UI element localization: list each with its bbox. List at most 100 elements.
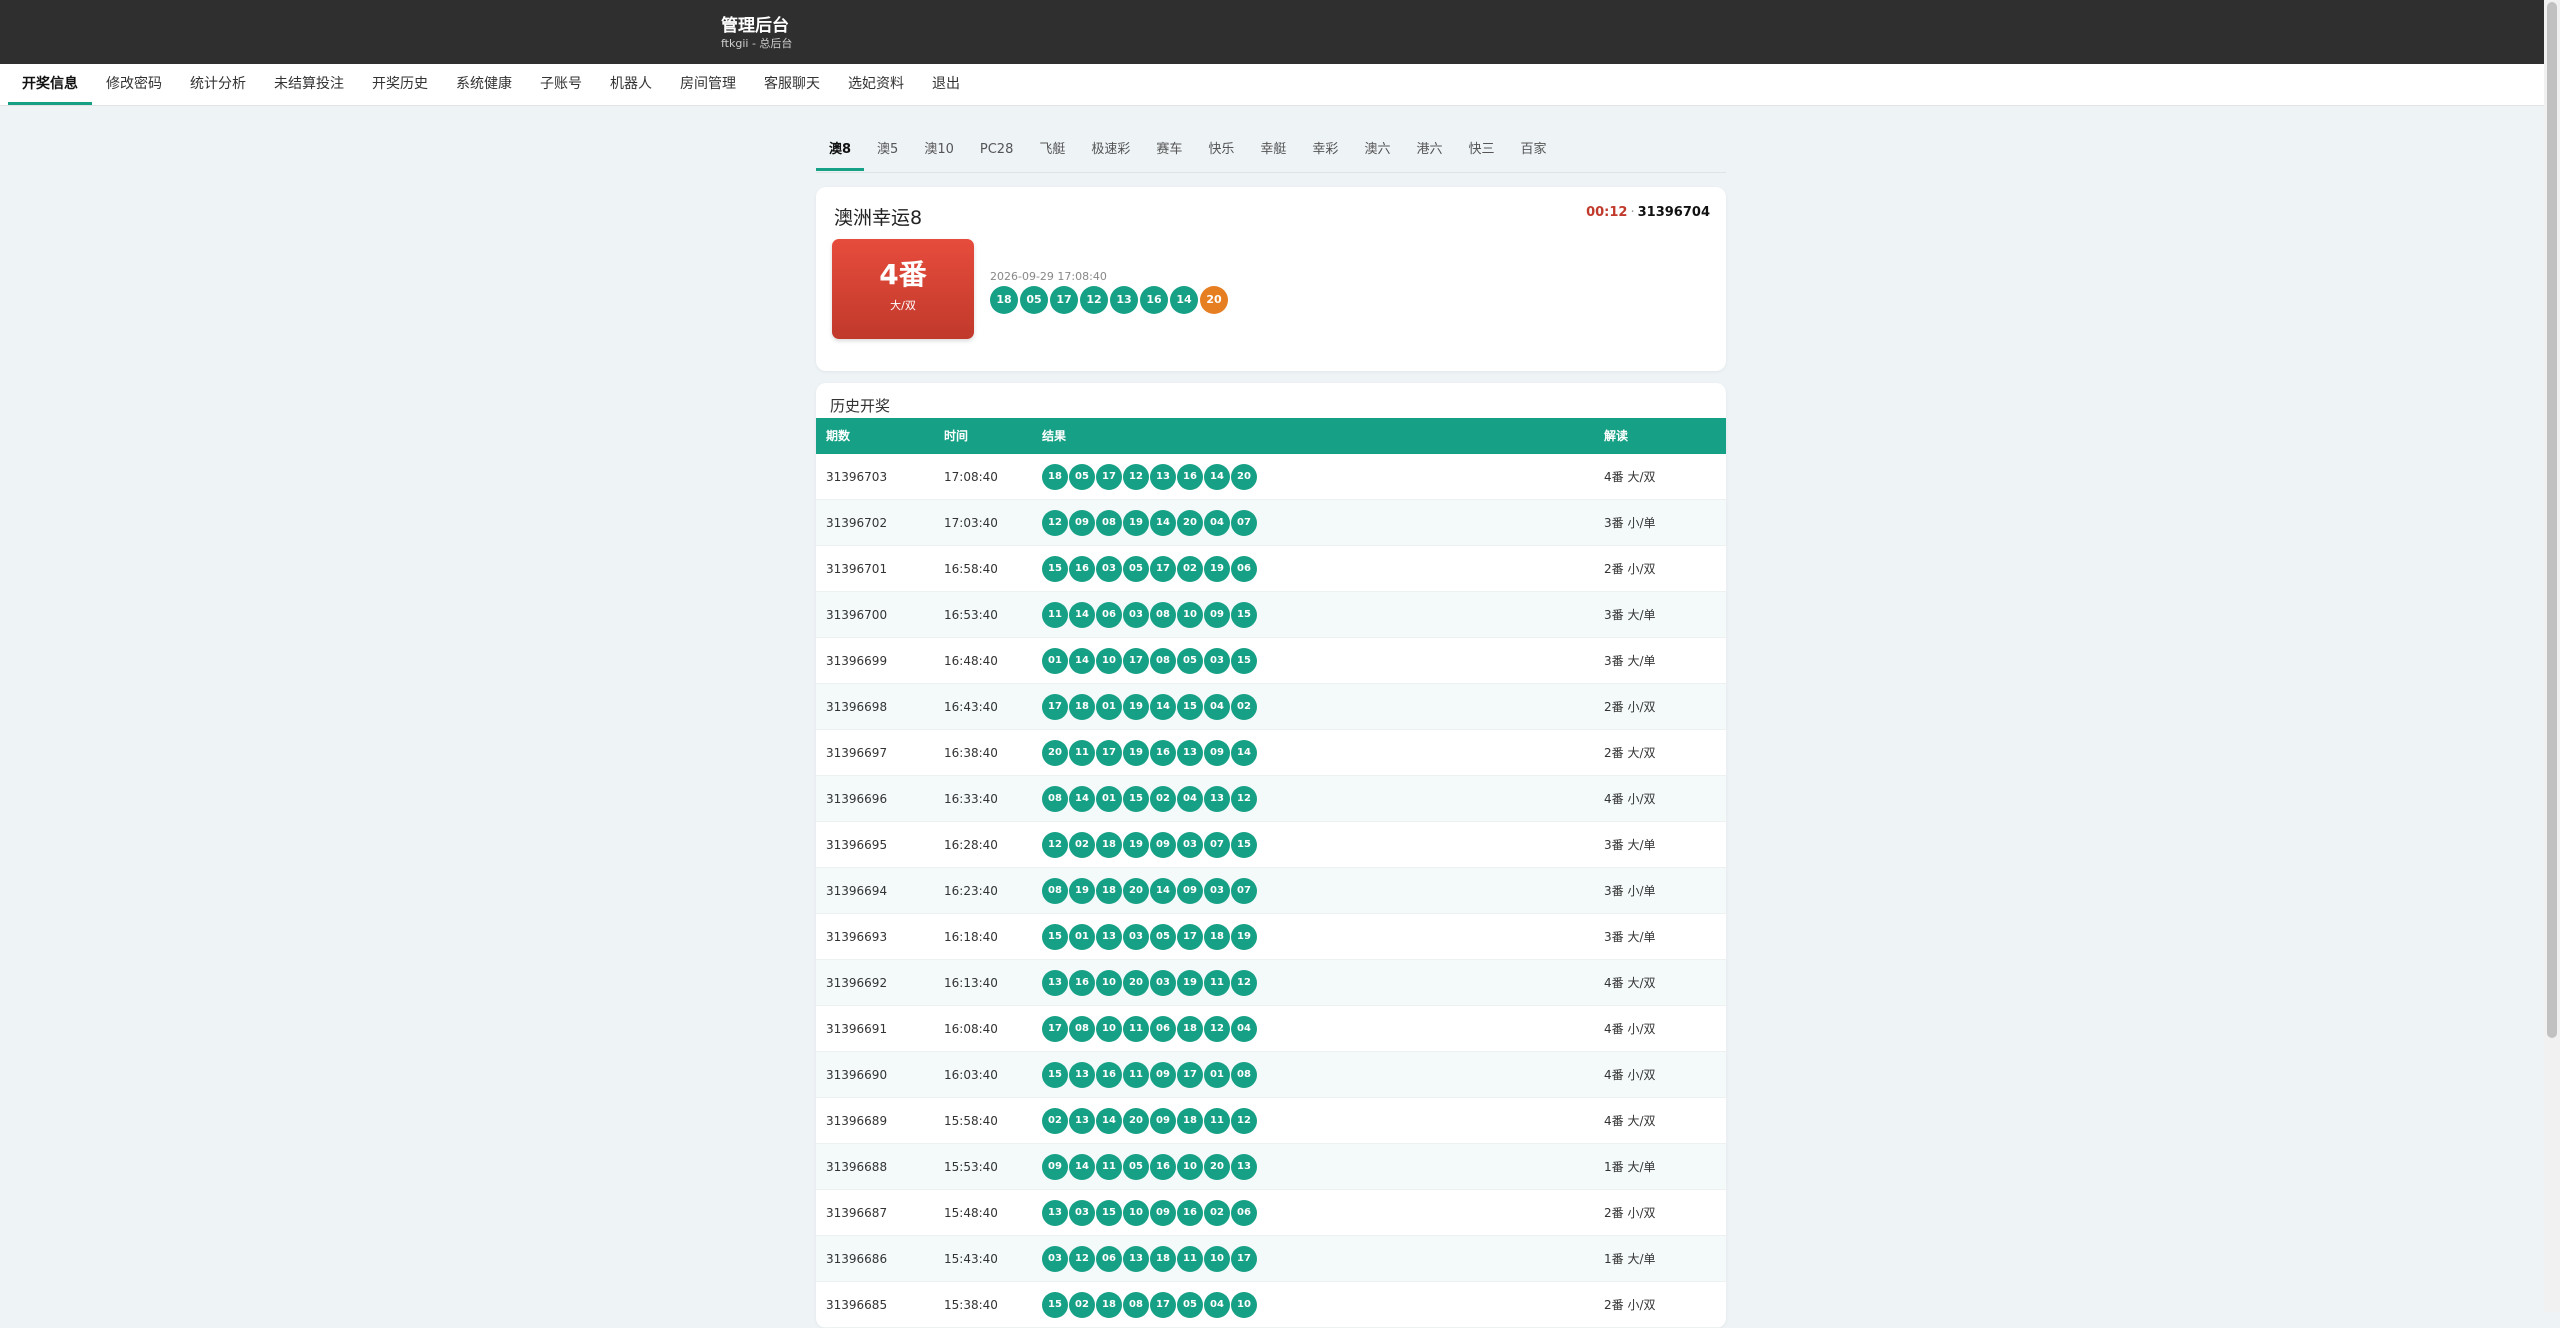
result-ball: 13 (1069, 1107, 1095, 1134)
table-row: 31396703 17:08:40 18 05 17 12 13 16 14 20 4番 大/双 (816, 454, 1726, 500)
cell-result: 17 08 10 11 06 18 12 04 (1042, 1006, 1604, 1051)
result-number: 4番 (879, 258, 927, 291)
nav-change-password[interactable]: 修改密码 (92, 64, 176, 105)
tab-lottery[interactable]: 澳10 (911, 130, 967, 171)
result-ball: 03 (1123, 923, 1149, 950)
tab-lottery[interactable]: 澳5 (864, 130, 911, 171)
result-ball: 14 (1150, 693, 1176, 720)
draw-time: 2026-09-29 17:08:40 (990, 270, 1107, 283)
result-ball: 02 (1069, 831, 1095, 858)
result-ball: 09 (1204, 601, 1230, 628)
result-ball: 05 (1150, 923, 1176, 950)
result-ball: 11 (1177, 1245, 1203, 1272)
cell-result: 17 18 01 19 14 15 04 02 (1042, 684, 1604, 729)
nav-draw-history[interactable]: 开奖历史 (358, 64, 442, 105)
tab-lottery[interactable]: 快乐 (1195, 130, 1247, 171)
nav-logout[interactable]: 退出 (918, 64, 974, 105)
tab-lottery[interactable]: 百家 (1507, 130, 1559, 171)
nav-robots[interactable]: 机器人 (596, 64, 666, 105)
result-ball: 13 (1150, 463, 1176, 490)
result-ball: 07 (1231, 509, 1257, 536)
tab-lottery[interactable]: 快三 (1455, 130, 1507, 171)
result-ball: 10 (1204, 1245, 1230, 1272)
tab-lottery[interactable]: 港六 (1403, 130, 1455, 171)
nav-system-health[interactable]: 系统健康 (442, 64, 526, 105)
result-ball: 19 (1123, 693, 1149, 720)
cell-issue: 31396696 (826, 791, 888, 806)
result-ball: 12 (1069, 1245, 1095, 1272)
tab-lottery[interactable]: 幸彩 (1299, 130, 1351, 171)
result-ball: 03 (1123, 601, 1149, 628)
result-ball: 14 (1150, 877, 1176, 904)
result-ball: 02 (1042, 1107, 1068, 1134)
cell-time: 16:58:40 (944, 561, 998, 576)
cell-issue: 31396688 (826, 1159, 888, 1174)
tab-lottery[interactable]: 极速彩 (1078, 130, 1143, 171)
result-ball: 14 (1150, 509, 1176, 536)
tab-lottery[interactable]: 飞艇 (1026, 130, 1078, 171)
main-content: 澳8 澳5 澳10 PC28 飞艇 极速彩 赛车 快乐 幸艇 幸彩 澳六 港六 … (816, 130, 1726, 1328)
result-ball: 05 (1123, 1153, 1149, 1180)
cell-result: 20 11 17 19 16 13 09 14 (1042, 730, 1604, 775)
cell-interpretation: 4番 大/双 (1604, 470, 1656, 484)
result-description: 大/双 (890, 299, 916, 312)
result-ball: 10 (1177, 1153, 1203, 1180)
result-ball: 08 (1231, 1061, 1257, 1088)
tab-lottery[interactable]: PC28 (967, 130, 1026, 171)
current-balls: 18 05 17 12 13 16 14 20 (990, 286, 1228, 314)
tab-lottery[interactable]: 澳8 (816, 130, 865, 171)
cell-time: 15:43:40 (944, 1251, 998, 1266)
result-ball: 18 (1096, 1291, 1122, 1318)
result-ball: 11 (1123, 1061, 1149, 1088)
tab-lottery[interactable]: 幸艇 (1247, 130, 1299, 171)
result-ball: 18 (1150, 1245, 1176, 1272)
result-ball: 05 (1123, 555, 1149, 582)
result-ball: 20 (1231, 463, 1257, 490)
tab-lottery[interactable]: 澳六 (1351, 130, 1403, 171)
nav-draw-info[interactable]: 开奖信息 (8, 64, 92, 105)
result-ball: 17 (1096, 739, 1122, 766)
result-ball: 13 (1069, 1061, 1095, 1088)
result-ball: 02 (1150, 785, 1176, 812)
cell-issue: 31396698 (826, 699, 888, 714)
countdown-timer: 00:12 (1586, 205, 1628, 220)
tab-lottery[interactable]: 赛车 (1143, 130, 1195, 171)
result-ball: 02 (1204, 1199, 1230, 1226)
table-header: 期数 时间 结果 解读 (816, 418, 1726, 454)
top-header: 管理后台 ftkgii - 总后台 (0, 0, 2544, 64)
result-ball: 08 (1123, 1291, 1149, 1318)
result-ball: 01 (1042, 647, 1068, 674)
cell-time: 16:53:40 (944, 607, 998, 622)
result-ball: 16 (1150, 1153, 1176, 1180)
nav-unsettled-bets[interactable]: 未结算投注 (260, 64, 358, 105)
next-issue-number: 31396704 (1637, 205, 1710, 220)
result-ball: 16 (1177, 1199, 1203, 1226)
result-ball: 03 (1096, 555, 1122, 582)
result-ball: 17 (1042, 1015, 1068, 1042)
result-ball: 10 (1096, 647, 1122, 674)
result-ball: 14 (1069, 647, 1095, 674)
result-ball: 05 (1177, 647, 1203, 674)
table-row: 31396695 16:28:40 12 02 18 19 09 03 07 15 3番 大/单 (816, 822, 1726, 868)
scrollbar-thumb[interactable] (2547, 2, 2557, 1038)
result-ball: 05 (1069, 463, 1095, 490)
result-ball: 19 (1231, 923, 1257, 950)
table-row: 31396702 17:03:40 12 09 08 19 14 20 04 07 3番 小/单 (816, 500, 1726, 546)
cell-result: 13 16 10 20 03 19 11 12 (1042, 960, 1604, 1005)
nav-customer-chat[interactable]: 客服聊天 (750, 64, 834, 105)
nav-statistics[interactable]: 统计分析 (176, 64, 260, 105)
result-ball: 15 (1042, 555, 1068, 582)
result-ball: 13 (1177, 739, 1203, 766)
page-scrollbar[interactable] (2544, 0, 2560, 1312)
nav-sub-accounts[interactable]: 子账号 (526, 64, 596, 105)
nav-room-management[interactable]: 房间管理 (666, 64, 750, 105)
result-ball: 01 (1204, 1061, 1230, 1088)
cell-result: 15 13 16 11 09 17 01 08 (1042, 1052, 1604, 1097)
nav-profiles[interactable]: 选妃资料 (834, 64, 918, 105)
result-ball: 15 (1231, 647, 1257, 674)
result-ball: 04 (1204, 693, 1230, 720)
result-ball: 08 (1150, 601, 1176, 628)
result-ball: 04 (1204, 1291, 1230, 1318)
cell-result: 12 02 18 19 09 03 07 15 (1042, 822, 1604, 867)
cell-time: 16:38:40 (944, 745, 998, 760)
